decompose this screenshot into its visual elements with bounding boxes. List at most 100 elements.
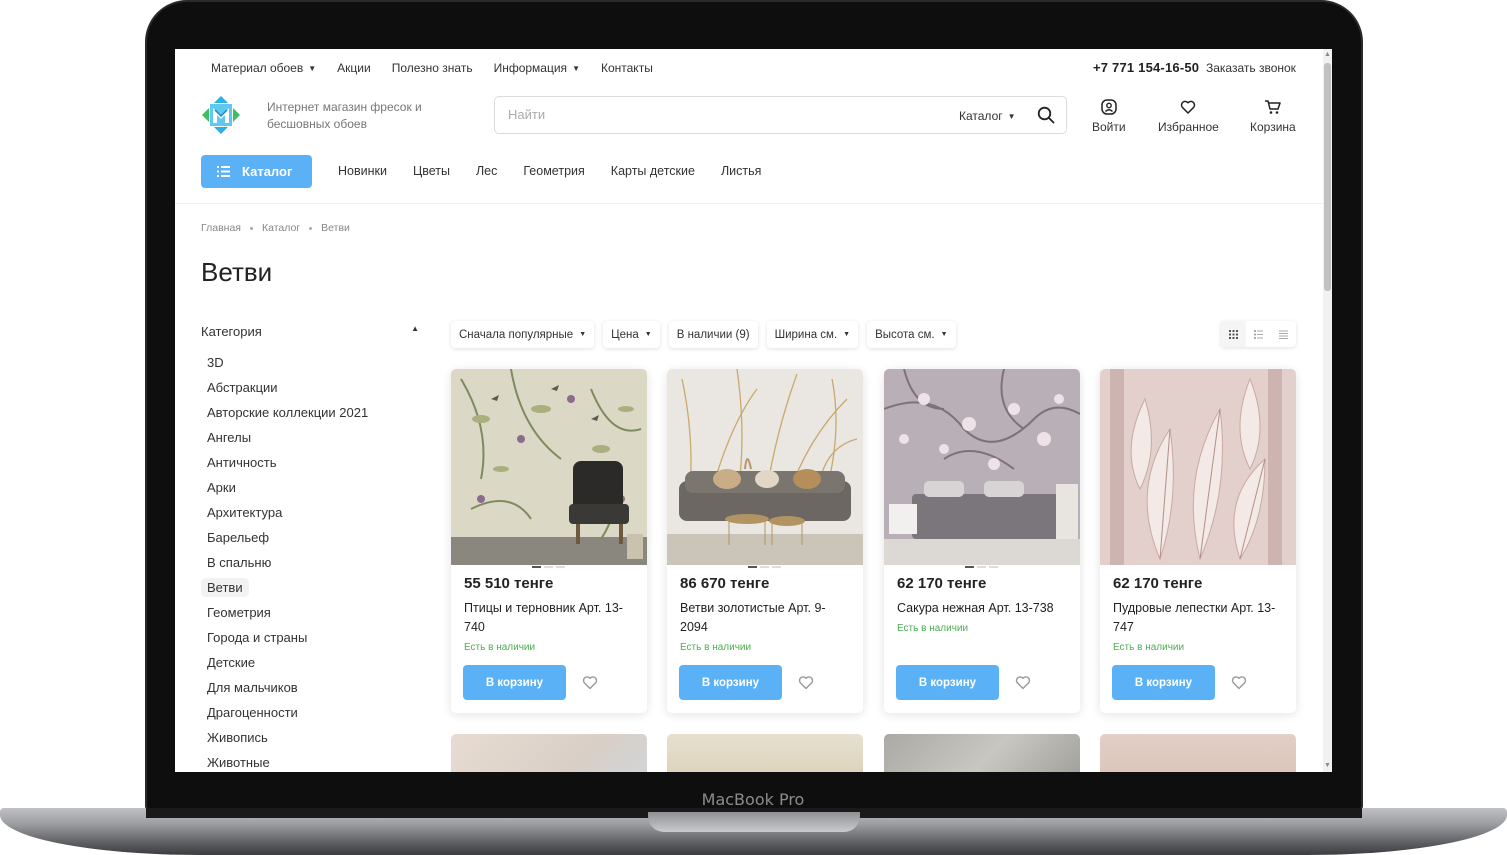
category-item[interactable]: Архитектура	[201, 502, 431, 527]
list-view-icon[interactable]	[1246, 321, 1271, 347]
search-scope-select[interactable]: Каталог ▼	[959, 109, 1016, 123]
product-name[interactable]: Сакура нежная Арт. 13-738	[897, 599, 1069, 618]
add-to-cart-button[interactable]: В корзину	[896, 665, 999, 700]
search-input[interactable]	[506, 106, 906, 123]
category-item[interactable]: Ангелы	[201, 427, 431, 452]
top-nav-item-info[interactable]: Информация ▼	[494, 61, 580, 75]
product-card[interactable]: 62 170 тенге Сакура нежная Арт. 13-738 Е…	[884, 369, 1080, 713]
category-item[interactable]: Живопись	[201, 727, 431, 752]
category-item[interactable]: Арки	[201, 477, 431, 502]
cart-icon	[1264, 100, 1281, 114]
top-bar: Материал обоев ▼ Акции Полезно знать Инфо…	[175, 49, 1323, 87]
heart-icon	[1181, 100, 1196, 114]
add-to-cart-button[interactable]: В корзину	[463, 665, 566, 700]
product-card[interactable]: 55 510 тенге Птицы и терновник Арт. 13-7…	[451, 369, 647, 713]
favorite-icon[interactable]	[1015, 675, 1031, 695]
category-nav-link[interactable]: Цветы	[413, 164, 450, 178]
filter-toolbar: Сначала популярные ▼ Цена ▼ В наличии (9) …	[451, 321, 956, 348]
add-to-cart-button[interactable]: В корзину	[679, 665, 782, 700]
product-card-partial[interactable]	[667, 734, 863, 772]
category-item[interactable]: Города и страны	[201, 627, 431, 652]
top-nav-item-contacts[interactable]: Контакты	[601, 61, 653, 75]
phone-number[interactable]: +7 771 154-16-50	[1093, 60, 1199, 75]
product-image[interactable]	[1100, 369, 1296, 565]
product-card[interactable]: 86 670 тенге Ветви золотистые Арт. 9-209…	[667, 369, 863, 713]
category-filter-toggle[interactable]: Категория ▲	[201, 324, 419, 339]
top-nav-item-useful[interactable]: Полезно знать	[392, 61, 473, 75]
caret-down-icon: ▼	[1007, 112, 1016, 121]
laptop-brand: MacBook Pro	[701, 790, 805, 809]
category-item[interactable]: Животные	[201, 752, 431, 772]
category-item-active[interactable]: Ветви	[201, 577, 431, 602]
favorites-button[interactable]: Избранное	[1158, 99, 1219, 134]
grid-view-icon[interactable]	[1221, 321, 1246, 347]
sort-dropdown[interactable]: Сначала популярные ▼	[451, 321, 595, 348]
table-view-icon[interactable]	[1271, 321, 1296, 347]
category-item[interactable]: Драгоценности	[201, 702, 431, 727]
breadcrumb-separator	[309, 226, 313, 230]
add-to-cart-button[interactable]: В корзину	[1112, 665, 1215, 700]
product-image[interactable]	[451, 369, 647, 565]
logo[interactable]	[201, 95, 241, 135]
category-nav-link[interactable]: Листья	[721, 164, 761, 178]
catalog-button[interactable]: Каталог	[201, 155, 312, 188]
product-image[interactable]	[884, 369, 1080, 565]
category-nav-link[interactable]: Геометрия	[523, 164, 584, 178]
category-item[interactable]: Авторские коллекции 2021	[201, 402, 431, 427]
caret-down-icon: ▼	[579, 331, 587, 338]
search-icon[interactable]	[1037, 106, 1055, 124]
category-item[interactable]: Античность	[201, 452, 431, 477]
stock-status: Есть в наличии	[464, 642, 536, 653]
breadcrumb-link[interactable]: Главная	[201, 222, 241, 234]
category-item[interactable]: В спальню	[201, 552, 431, 577]
product-card-partial[interactable]	[451, 734, 647, 772]
product-card[interactable]: 62 170 тенге Пудровые лепестки Арт. 13-7…	[1100, 369, 1296, 713]
scroll-thumb[interactable]	[1324, 63, 1331, 291]
product-name[interactable]: Птицы и терновник Арт. 13-740	[464, 599, 636, 637]
callback-link[interactable]: Заказать звонок	[1206, 61, 1296, 75]
view-switcher	[1221, 321, 1296, 347]
category-nav-link[interactable]: Карты детские	[611, 164, 695, 178]
category-item[interactable]: Барельеф	[201, 527, 431, 552]
category-nav: Новинки Цветы Лес Геометрия Карты детски…	[338, 164, 761, 178]
top-nav-item-promo[interactable]: Акции	[337, 61, 371, 75]
product-image[interactable]	[667, 369, 863, 565]
catalog-button-label: Каталог	[242, 164, 293, 179]
stock-status: Есть в наличии	[897, 623, 969, 634]
category-item[interactable]: Геометрия	[201, 602, 431, 627]
product-name[interactable]: Пудровые лепестки Арт. 13-747	[1113, 599, 1285, 637]
category-nav-link[interactable]: Лес	[476, 164, 497, 178]
category-item[interactable]: 3D	[201, 352, 431, 377]
product-price: 55 510 тенге	[464, 575, 554, 592]
favorite-icon[interactable]	[582, 675, 598, 695]
in-stock-filter[interactable]: В наличии (9)	[668, 321, 758, 348]
caret-down-icon: ▼	[308, 64, 317, 73]
caret-down-icon: ▼	[644, 331, 652, 338]
favorite-icon[interactable]	[798, 675, 814, 695]
category-item[interactable]: Детские	[201, 652, 431, 677]
width-filter[interactable]: Ширина см. ▼	[766, 321, 859, 348]
category-nav-link[interactable]: Новинки	[338, 164, 387, 178]
breadcrumb-separator	[249, 226, 253, 230]
product-price: 62 170 тенге	[1113, 575, 1203, 592]
product-card-partial[interactable]	[1100, 734, 1296, 772]
price-filter[interactable]: Цена ▼	[603, 321, 660, 348]
product-price: 86 670 тенге	[680, 575, 770, 592]
category-item[interactable]: Для мальчиков	[201, 677, 431, 702]
favorite-icon[interactable]	[1231, 675, 1247, 695]
breadcrumb-link[interactable]: Каталог	[262, 222, 300, 234]
product-card-partial[interactable]	[884, 734, 1080, 772]
stock-status: Есть в наличии	[680, 642, 752, 653]
cart-button[interactable]: Корзина	[1250, 99, 1296, 134]
height-filter[interactable]: Высота см. ▼	[867, 321, 956, 348]
image-pager	[965, 566, 998, 568]
scroll-down-icon[interactable]: ▼	[1324, 762, 1331, 770]
breadcrumb: Главная Каталог Ветви	[201, 222, 350, 234]
product-name[interactable]: Ветви золотистые Арт. 9-2094	[680, 599, 852, 637]
scroll-up-icon[interactable]: ▲	[1324, 51, 1331, 59]
top-nav: Материал обоев ▼ Акции Полезно знать Инфо…	[211, 61, 653, 75]
login-button[interactable]: Войти	[1092, 99, 1126, 134]
top-nav-item-material[interactable]: Материал обоев ▼	[211, 61, 316, 75]
category-item[interactable]: Абстракции	[201, 377, 431, 402]
scrollbar[interactable]: ▲ ▼	[1323, 49, 1332, 772]
